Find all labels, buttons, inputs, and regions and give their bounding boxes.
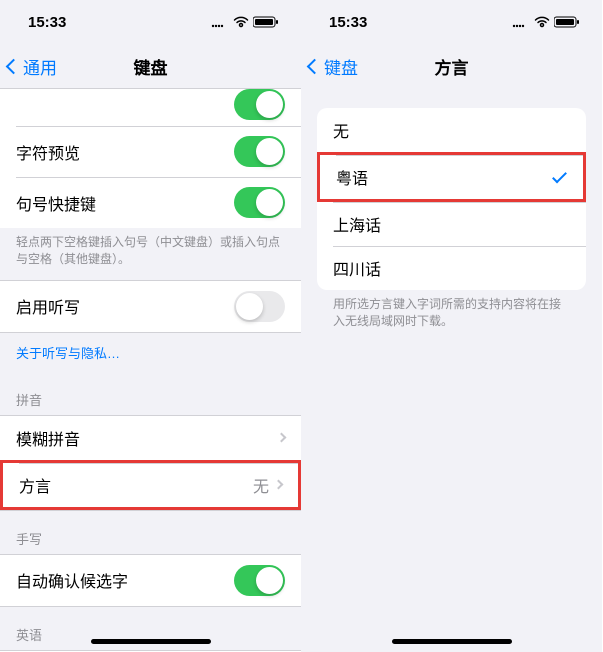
group-dictation: 启用听写: [0, 280, 301, 333]
chevron-right-icon: [274, 480, 284, 490]
cell-period-shortcut[interactable]: 句号快捷键: [0, 177, 301, 228]
toggle-switch[interactable]: [234, 136, 285, 167]
group-dialects: 无 粤语 上海话 四川话: [317, 108, 586, 290]
back-button[interactable]: 键盘: [301, 54, 358, 79]
cell-label: 方言: [19, 473, 51, 497]
group-toggles: 字符预览 句号快捷键: [0, 88, 301, 228]
section-header-handwriting: 手写: [0, 511, 301, 554]
cell-value: 无: [253, 473, 269, 497]
option-label: 粤语: [336, 165, 368, 189]
cell-dialect[interactable]: 方言 无: [0, 460, 301, 510]
group-handwriting: 自动确认候选字: [0, 554, 301, 607]
status-time: 15:33: [28, 14, 66, 31]
screen-dialect-selection: 15:33 键盘 方言 无 粤语 上海话 四川话: [301, 0, 602, 652]
option-label: 四川话: [333, 256, 381, 280]
status-bar: 15:33: [301, 0, 602, 44]
back-button[interactable]: 通用: [0, 54, 57, 79]
chevron-left-icon: [6, 58, 22, 74]
footer-text: 用所选方言键入字词所需的支持内容将在接入无线局域网时下载。: [301, 290, 602, 342]
wifi-icon: [233, 16, 249, 28]
page-title: 方言: [435, 54, 469, 79]
cell-label: 模糊拼音: [16, 426, 80, 450]
option-none[interactable]: 无: [317, 108, 586, 152]
group-pinyin: 模糊拼音 方言 无: [0, 415, 301, 511]
status-bar: 15:33: [0, 0, 301, 44]
home-indicator[interactable]: [392, 639, 512, 644]
cell-unknown-toggle[interactable]: [0, 89, 301, 126]
toggle-switch[interactable]: [234, 89, 285, 120]
nav-bar: 键盘 方言: [301, 44, 602, 88]
cell-label: 启用听写: [16, 294, 80, 318]
cellular-icon: [512, 16, 530, 28]
option-cantonese[interactable]: 粤语: [317, 152, 586, 202]
option-shanghainese[interactable]: 上海话: [317, 202, 586, 246]
cell-label: 句号快捷键: [16, 191, 96, 215]
section-header-pinyin: 拼音: [0, 372, 301, 415]
cellular-icon: [211, 16, 229, 28]
wifi-icon: [534, 16, 550, 28]
battery-icon: [554, 16, 580, 28]
content: 字符预览 句号快捷键 轻点两下空格键插入句号（中文键盘）或插入句点与空格（其他键…: [0, 88, 301, 652]
status-icons: [211, 16, 279, 28]
toggle-switch[interactable]: [234, 187, 285, 218]
screen-keyboard-settings: 15:33 通用 键盘 字符预览 句号快捷键: [0, 0, 301, 652]
cell-label: 自动确认候选字: [16, 568, 128, 592]
cell-char-preview[interactable]: 字符预览: [0, 126, 301, 177]
cell-auto-confirm[interactable]: 自动确认候选字: [0, 555, 301, 606]
chevron-right-icon: [277, 433, 287, 443]
footer-text: 轻点两下空格键插入句号（中文键盘）或插入句点与空格（其他键盘）。: [0, 228, 301, 280]
page-title: 键盘: [134, 54, 168, 79]
checkmark-icon: [552, 168, 567, 183]
status-time: 15:33: [329, 14, 367, 31]
content: 无 粤语 上海话 四川话 用所选方言键入字词所需的支持内容将在接入无线局域网时下…: [301, 88, 602, 342]
cell-fuzzy-pinyin[interactable]: 模糊拼音: [0, 416, 301, 460]
home-indicator[interactable]: [91, 639, 211, 644]
toggle-switch[interactable]: [234, 565, 285, 596]
option-label: 无: [333, 118, 349, 142]
status-icons: [512, 16, 580, 28]
toggle-switch[interactable]: [234, 291, 285, 322]
back-label: 键盘: [324, 54, 358, 79]
back-label: 通用: [23, 54, 57, 79]
option-label: 上海话: [333, 212, 381, 236]
nav-bar: 通用 键盘: [0, 44, 301, 88]
cell-label: 字符预览: [16, 140, 80, 164]
battery-icon: [253, 16, 279, 28]
chevron-left-icon: [307, 58, 323, 74]
cell-dictation[interactable]: 启用听写: [0, 281, 301, 332]
privacy-link[interactable]: 关于听写与隐私…: [0, 333, 301, 372]
option-sichuanese[interactable]: 四川话: [317, 246, 586, 290]
